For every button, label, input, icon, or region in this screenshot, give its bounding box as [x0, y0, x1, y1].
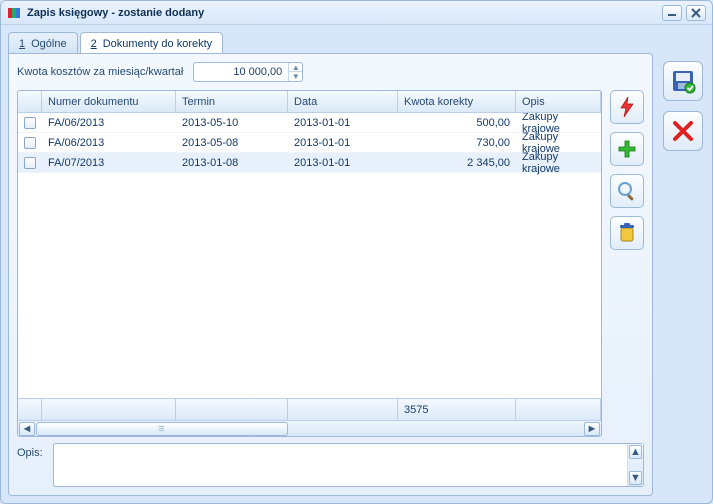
cell-term: 2013-01-08 — [176, 157, 288, 169]
h-scrollbar[interactable]: ◄ ≡ ► — [18, 420, 601, 436]
col-data[interactable]: Data — [288, 91, 398, 112]
col-kw[interactable]: Kwota korekty — [398, 91, 516, 112]
add-button[interactable] — [610, 132, 644, 166]
scroll-thumb[interactable]: ≡ — [36, 422, 288, 436]
spin-down-icon[interactable]: ▼ — [289, 72, 302, 81]
grid-rows: FA/06/2013 2013-05-10 2013-01-01 500,00 … — [18, 113, 601, 398]
scroll-up-icon[interactable]: ▲ — [629, 445, 642, 459]
v-scrollbar[interactable]: ▲ ▼ — [627, 444, 643, 486]
tab-label: Dokumenty do korekty — [103, 38, 212, 50]
search-button[interactable] — [610, 174, 644, 208]
cell-term: 2013-05-10 — [176, 117, 288, 129]
spinner[interactable]: ▲ ▼ — [288, 63, 302, 81]
col-term[interactable]: Termin — [176, 91, 288, 112]
cell-data: 2013-01-01 — [288, 117, 398, 129]
cost-label: Kwota kosztów za miesiąc/kwartał — [17, 66, 183, 78]
tabs: 1Ogólne 2Dokumenty do korekty — [8, 31, 705, 53]
table-row[interactable]: FA/07/2013 2013-01-08 2013-01-01 2 345,0… — [18, 153, 601, 173]
cell-kw: 730,00 — [398, 137, 516, 149]
grid-summary: 3575 — [18, 398, 601, 420]
grid-side-buttons — [610, 90, 644, 437]
cancel-button[interactable] — [663, 111, 703, 151]
cell-doc: FA/07/2013 — [42, 157, 176, 169]
col-check[interactable] — [18, 91, 42, 112]
grid: Numer dokumentu Termin Data Kwota korekt… — [17, 90, 602, 437]
cost-input[interactable]: 10 000,00 ▲ ▼ — [193, 62, 303, 82]
cell-opis: Zakupy krajowe — [516, 151, 601, 175]
tab-documents[interactable]: 2Dokumenty do korekty — [80, 32, 224, 54]
opis-label: Opis: — [17, 443, 47, 487]
flash-button[interactable] — [610, 90, 644, 124]
table-row[interactable]: FA/06/2013 2013-05-08 2013-01-01 730,00 … — [18, 133, 601, 153]
minimize-button[interactable] — [662, 5, 682, 21]
table-row[interactable]: FA/06/2013 2013-05-10 2013-01-01 500,00 … — [18, 113, 601, 133]
cost-row: Kwota kosztów za miesiąc/kwartał 10 000,… — [17, 62, 644, 82]
sum-value: 3575 — [398, 399, 516, 420]
cell-data: 2013-01-01 — [288, 137, 398, 149]
close-button[interactable] — [686, 5, 706, 21]
checkbox[interactable] — [24, 157, 36, 169]
cell-kw: 2 345,00 — [398, 157, 516, 169]
opis-row: Opis: ▲ ▼ — [17, 443, 644, 487]
opis-textarea[interactable]: ▲ ▼ — [53, 443, 644, 487]
cell-doc: FA/06/2013 — [42, 117, 176, 129]
app-icon — [7, 6, 21, 20]
cell-term: 2013-05-08 — [176, 137, 288, 149]
cell-doc: FA/06/2013 — [42, 137, 176, 149]
titlebar: Zapis księgowy - zostanie dodany — [1, 1, 712, 25]
cell-kw: 500,00 — [398, 117, 516, 129]
checkbox[interactable] — [24, 137, 36, 149]
grid-header: Numer dokumentu Termin Data Kwota korekt… — [18, 91, 601, 113]
tab-panel: Kwota kosztów za miesiąc/kwartał 10 000,… — [8, 53, 653, 496]
scroll-right-icon[interactable]: ► — [584, 422, 600, 436]
col-doc[interactable]: Numer dokumentu — [42, 91, 176, 112]
col-opis[interactable]: Opis — [516, 91, 601, 112]
scroll-track[interactable]: ≡ — [36, 422, 583, 436]
tab-label: Ogólne — [31, 38, 66, 50]
cost-value: 10 000,00 — [194, 66, 288, 78]
checkbox[interactable] — [24, 117, 36, 129]
scroll-left-icon[interactable]: ◄ — [19, 422, 35, 436]
dialog-controls — [661, 53, 705, 151]
save-button[interactable] — [663, 61, 703, 101]
scroll-down-icon[interactable]: ▼ — [629, 471, 642, 485]
cell-data: 2013-01-01 — [288, 157, 398, 169]
window: Zapis księgowy - zostanie dodany 1Ogólne… — [0, 0, 713, 504]
spin-up-icon[interactable]: ▲ — [289, 63, 302, 72]
window-title: Zapis księgowy - zostanie dodany — [27, 7, 204, 19]
tab-general[interactable]: 1Ogólne — [8, 32, 78, 54]
delete-button[interactable] — [610, 216, 644, 250]
